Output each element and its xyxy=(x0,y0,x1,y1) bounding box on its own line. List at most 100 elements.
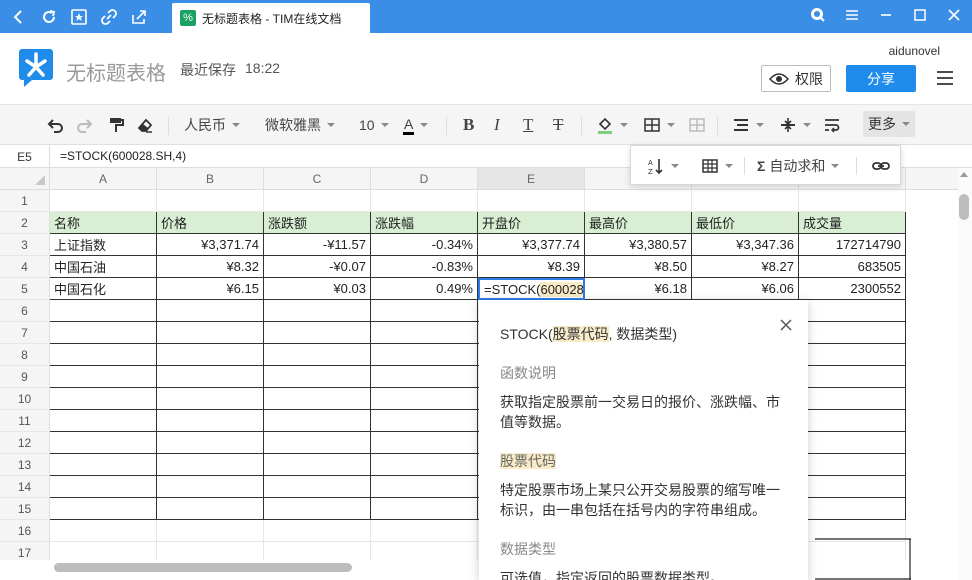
borders-button[interactable] xyxy=(643,113,675,137)
table-header-cell[interactable]: 涨跌幅 xyxy=(371,212,478,234)
table-cell[interactable] xyxy=(50,454,157,476)
table-cell[interactable] xyxy=(50,388,157,410)
active-edit-cell[interactable]: =STOCK(600028.SH,4) xyxy=(478,278,585,300)
table-cell[interactable]: ¥0.03 xyxy=(264,278,371,300)
table-cell[interactable] xyxy=(157,190,264,212)
share-out-icon[interactable] xyxy=(128,6,150,28)
app-logo-icon[interactable] xyxy=(18,47,54,89)
table-cell[interactable] xyxy=(264,366,371,388)
table-cell[interactable]: 中国石化 xyxy=(50,278,157,300)
close-icon[interactable] xyxy=(779,318,793,332)
table-cell[interactable] xyxy=(371,410,478,432)
doc-title[interactable]: 无标题表格 xyxy=(66,57,166,86)
redo-icon[interactable] xyxy=(76,113,94,137)
back-icon[interactable] xyxy=(8,6,30,28)
table-cell[interactable] xyxy=(264,520,371,542)
row-header[interactable]: 1 xyxy=(0,190,50,212)
table-cell[interactable] xyxy=(157,498,264,520)
row-header[interactable]: 3 xyxy=(0,234,50,256)
table-cell[interactable] xyxy=(157,454,264,476)
link-icon[interactable] xyxy=(98,6,120,28)
row-header[interactable]: 15 xyxy=(0,498,50,520)
align-button[interactable] xyxy=(732,113,764,137)
table-cell[interactable] xyxy=(371,520,478,542)
table-cell[interactable] xyxy=(264,476,371,498)
table-cell[interactable] xyxy=(371,476,478,498)
table-cell[interactable] xyxy=(50,432,157,454)
table-cell[interactable] xyxy=(264,190,371,212)
table-cell[interactable] xyxy=(50,520,157,542)
table-cell[interactable] xyxy=(50,366,157,388)
column-header[interactable]: D xyxy=(371,168,478,190)
table-cell[interactable] xyxy=(371,190,478,212)
scroll-up-arrow-icon[interactable] xyxy=(960,172,968,177)
font-color-button[interactable]: A xyxy=(403,113,429,137)
table-cell[interactable] xyxy=(799,322,906,344)
row-header[interactable]: 9 xyxy=(0,366,50,388)
table-cell[interactable] xyxy=(50,542,157,560)
table-cell[interactable]: -¥11.57 xyxy=(264,234,371,256)
table-cell[interactable]: ¥8.50 xyxy=(585,256,692,278)
table-header-cell[interactable]: 最低价 xyxy=(692,212,799,234)
row-header[interactable]: 5 xyxy=(0,278,50,300)
table-cell[interactable]: ¥3,347.36 xyxy=(692,234,799,256)
formula-input[interactable]: =STOCK(600028.SH,4) xyxy=(60,149,186,163)
row-header[interactable]: 17 xyxy=(0,542,50,560)
table-header-cell[interactable]: 涨跌额 xyxy=(264,212,371,234)
table-cell[interactable]: 2300552 xyxy=(799,278,906,300)
table-cell[interactable]: -¥0.07 xyxy=(264,256,371,278)
minimize-icon[interactable] xyxy=(876,5,896,25)
table-cell[interactable] xyxy=(799,432,906,454)
row-header[interactable]: 12 xyxy=(0,432,50,454)
table-cell[interactable]: 上证指数 xyxy=(50,234,157,256)
table-cell[interactable] xyxy=(799,388,906,410)
table-cell[interactable] xyxy=(157,542,264,560)
table-cell[interactable]: ¥8.32 xyxy=(157,256,264,278)
table-cell[interactable]: 中国石油 xyxy=(50,256,157,278)
table-cell[interactable] xyxy=(157,476,264,498)
table-cell[interactable] xyxy=(799,366,906,388)
vertical-scrollbar[interactable] xyxy=(958,168,972,580)
table-cell[interactable] xyxy=(799,454,906,476)
table-header-cell[interactable]: 名称 xyxy=(50,212,157,234)
strikethrough-button[interactable]: T xyxy=(553,113,563,137)
select-all-corner[interactable] xyxy=(0,168,50,190)
table-cell[interactable] xyxy=(799,476,906,498)
table-cell[interactable] xyxy=(264,388,371,410)
table-cell[interactable] xyxy=(799,410,906,432)
sort-button[interactable]: AZ xyxy=(647,154,679,178)
autosum-button[interactable]: Σ 自动求和 xyxy=(757,154,840,178)
table-cell[interactable]: 0.49% xyxy=(371,278,478,300)
table-cell[interactable] xyxy=(371,300,478,322)
refresh-icon[interactable] xyxy=(38,6,60,28)
row-header[interactable]: 11 xyxy=(0,410,50,432)
table-cell[interactable] xyxy=(264,410,371,432)
table-cell[interactable]: 172714790 xyxy=(799,234,906,256)
table-cell[interactable]: -0.83% xyxy=(371,256,478,278)
maximize-icon[interactable] xyxy=(910,5,930,25)
table-cell[interactable] xyxy=(692,190,799,212)
table-cell[interactable] xyxy=(50,476,157,498)
table-cell[interactable] xyxy=(50,410,157,432)
undo-icon[interactable] xyxy=(46,113,64,137)
table-cell[interactable] xyxy=(585,190,692,212)
hamburger-menu-icon[interactable] xyxy=(936,70,954,86)
table-cell[interactable]: ¥3,380.57 xyxy=(585,234,692,256)
table-cell[interactable]: ¥3,377.74 xyxy=(478,234,585,256)
currency-select[interactable]: 人民币 xyxy=(184,113,240,137)
table-cell[interactable] xyxy=(371,542,478,560)
table-cell[interactable] xyxy=(371,344,478,366)
table-cell[interactable] xyxy=(157,344,264,366)
row-header[interactable]: 8 xyxy=(0,344,50,366)
wrap-text-icon[interactable] xyxy=(823,113,841,137)
close-window-icon[interactable] xyxy=(944,5,964,25)
table-format-button[interactable] xyxy=(701,154,733,178)
insert-link-icon[interactable] xyxy=(872,154,890,178)
font-select[interactable]: 微软雅黑 xyxy=(265,113,335,137)
table-cell[interactable] xyxy=(264,300,371,322)
underline-button[interactable]: T xyxy=(523,113,533,137)
table-cell[interactable] xyxy=(157,410,264,432)
row-header[interactable]: 4 xyxy=(0,256,50,278)
table-cell[interactable] xyxy=(371,388,478,410)
cell-reference-box[interactable]: E5 xyxy=(0,145,50,168)
